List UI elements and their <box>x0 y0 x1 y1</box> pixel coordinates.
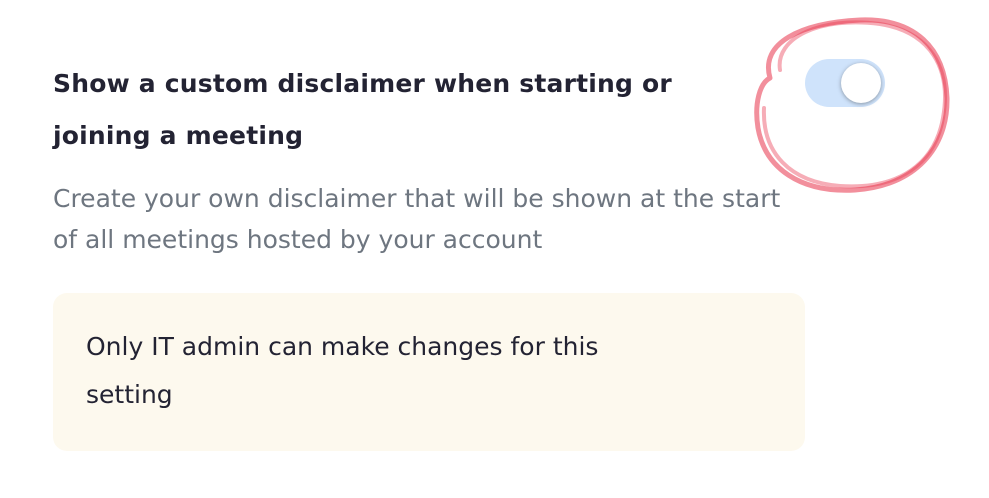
toggle-knob <box>841 63 881 103</box>
admin-notice-text: Only IT admin can make changes for this … <box>86 332 599 409</box>
setting-description: Create your own disclaimer that will be … <box>53 184 781 254</box>
admin-notice: Only IT admin can make changes for this … <box>53 293 805 451</box>
setting-title: Show a custom disclaimer when starting o… <box>53 69 672 150</box>
setting-page: Show a custom disclaimer when starting o… <box>0 0 989 498</box>
disclaimer-toggle[interactable] <box>805 59 885 107</box>
